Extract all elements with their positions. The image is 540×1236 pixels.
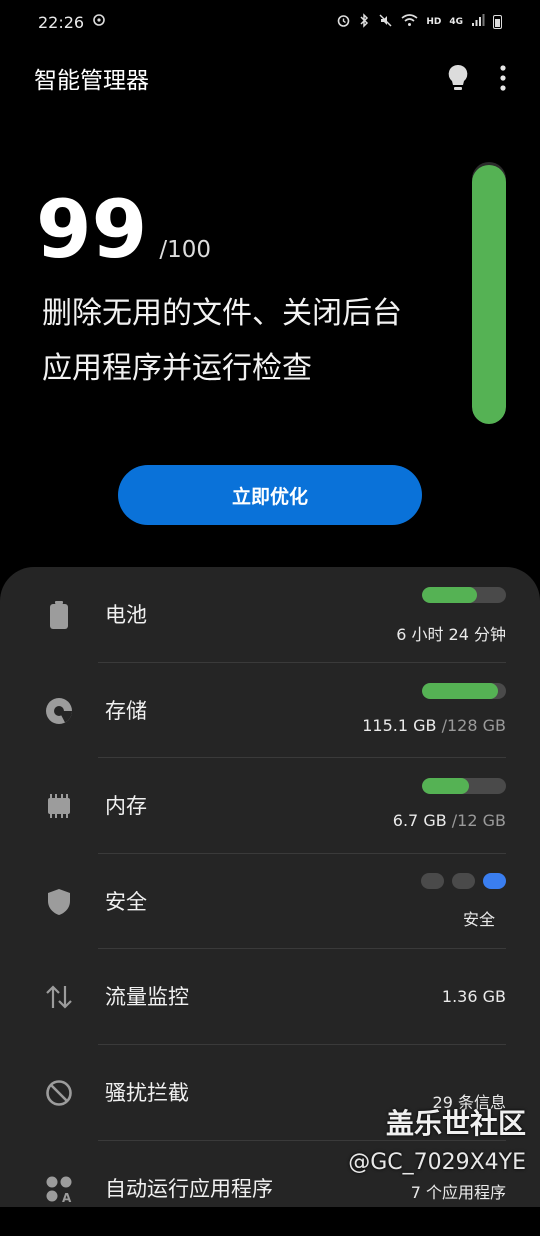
score-max: /100	[159, 237, 211, 263]
app-bar: 智能管理器	[0, 50, 540, 106]
storage-used: 115.1 GB	[362, 716, 437, 735]
data-transfer-icon	[44, 982, 74, 1012]
network-type: 4G	[449, 17, 463, 27]
lightbulb-icon[interactable]	[446, 63, 470, 93]
watermark-user: @GC_7029X4YE	[348, 1150, 526, 1175]
battery-bar	[422, 587, 506, 603]
mute-icon	[378, 13, 393, 32]
storage-icon	[44, 696, 74, 726]
score-meter	[472, 162, 506, 424]
memory-used: 6.7 GB	[392, 811, 447, 830]
memory-row[interactable]: 内存 6.7 GB /12 GB	[0, 758, 540, 853]
storage-bar-fill	[422, 683, 498, 699]
device-care-score: 99 /100	[36, 190, 211, 270]
battery-label: 电池	[105, 603, 147, 627]
more-vertical-icon[interactable]	[500, 65, 506, 91]
shield-icon	[44, 887, 74, 917]
storage-total: /128 GB	[441, 716, 506, 735]
status-time: 22:26	[38, 12, 85, 32]
hd-indicator: HD	[426, 17, 442, 27]
memory-icon	[44, 791, 74, 821]
memory-label: 内存	[105, 794, 147, 818]
memory-total: /12 GB	[451, 811, 506, 830]
storage-row[interactable]: 存储 115.1 GB /128 GB	[0, 663, 540, 758]
status-bar: 22:26 HD 4G	[0, 0, 540, 44]
wifi-icon	[401, 13, 418, 31]
storage-value: 115.1 GB /128 GB	[362, 716, 506, 735]
security-row[interactable]: 安全 安全	[0, 854, 540, 949]
security-level-dot-active	[483, 873, 506, 889]
security-level	[421, 873, 506, 889]
battery-bar-fill	[422, 587, 477, 603]
security-value: 安全	[462, 910, 495, 929]
svg-text:A: A	[62, 1191, 72, 1203]
storage-bar	[422, 683, 506, 699]
memory-value: 6.7 GB /12 GB	[393, 811, 506, 830]
auto-run-value: 7 个应用程序	[410, 1183, 506, 1202]
bluetooth-icon	[359, 12, 370, 32]
watermark-brand: 盖乐世社区	[385, 1107, 526, 1140]
block-icon	[44, 1078, 74, 1108]
battery-value: 6 小时 24 分钟	[396, 625, 506, 644]
battery-icon	[493, 15, 502, 29]
storage-label: 存储	[105, 699, 147, 723]
score-meter-fill	[472, 164, 506, 424]
call-block-label: 骚扰拦截	[105, 1081, 189, 1105]
battery-row[interactable]: 电池 6 小时 24 分钟	[0, 567, 540, 662]
data-usage-label: 流量监控	[105, 985, 189, 1009]
score-description: 删除无用的文件、关闭后台应用程序并运行检查	[42, 296, 402, 386]
security-level-dot	[421, 873, 444, 889]
auto-run-label: 自动运行应用程序	[105, 1177, 273, 1201]
memory-bar	[422, 778, 506, 794]
signal-icon	[471, 13, 485, 31]
sync-icon	[92, 13, 106, 31]
alarm-icon	[336, 13, 351, 32]
data-usage-value: 1.36 GB	[441, 987, 506, 1006]
page-title: 智能管理器	[34, 68, 149, 94]
battery-icon	[44, 600, 74, 630]
data-usage-row[interactable]: 流量监控 1.36 GB	[0, 949, 540, 1044]
optimize-now-button[interactable]: 立即优化	[118, 465, 422, 525]
security-level-dot	[452, 873, 475, 889]
security-label: 安全	[105, 890, 147, 914]
score-value: 99	[36, 183, 148, 276]
memory-bar-fill	[422, 778, 470, 794]
